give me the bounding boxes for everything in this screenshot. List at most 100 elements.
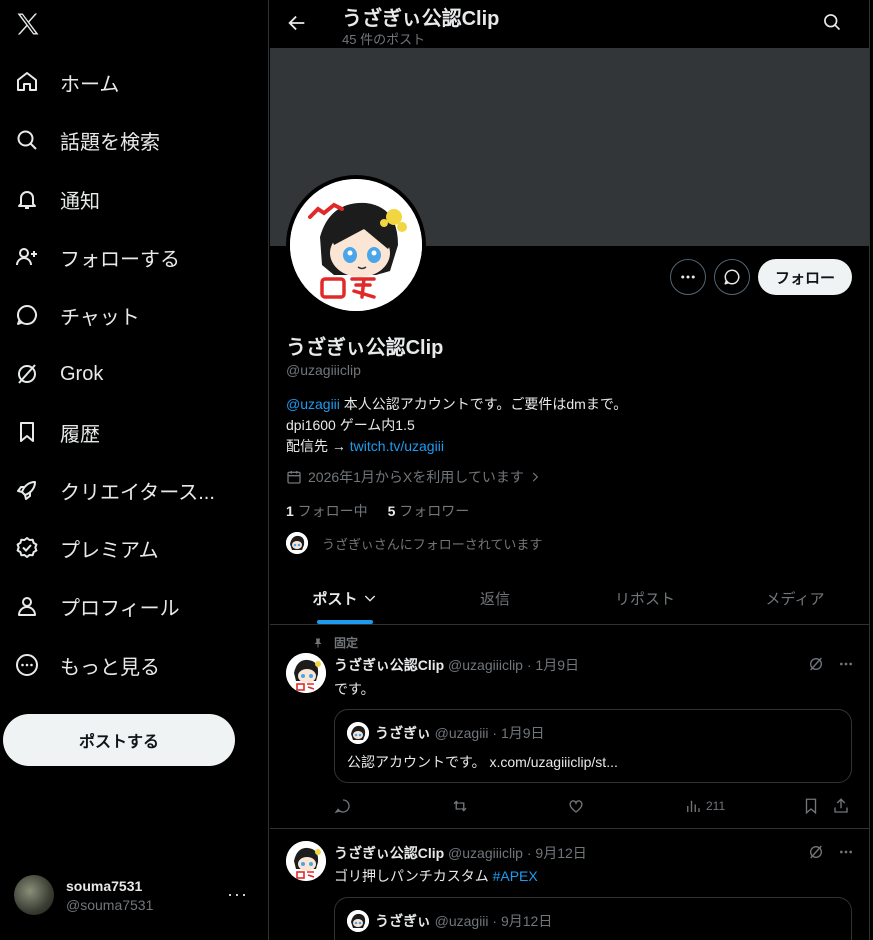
views-icon bbox=[687, 800, 700, 812]
quote-tweet[interactable]: うざぎぃ @uzagiii · 1月9日 公認アカウントです。 x.com/uz… bbox=[334, 709, 852, 783]
follower-avatar bbox=[286, 532, 308, 554]
tab-media[interactable]: メディア bbox=[720, 572, 869, 624]
like-button[interactable] bbox=[567, 797, 585, 815]
tab-reposts[interactable]: リポスト bbox=[570, 572, 720, 624]
more-options-button[interactable] bbox=[670, 259, 706, 295]
profile-bio: @uzagiii 本人公認アカウントです。ご要件はdmまで。 dpi1600 ゲ… bbox=[286, 394, 846, 457]
tweet-pinned[interactable]: 固定 うざぎぃ公認Clip @uzagiiiclip · 1月9日 です。 うざ… bbox=[270, 626, 869, 829]
following-link[interactable]: 1 フォロー中 bbox=[286, 503, 368, 519]
chat-icon bbox=[14, 302, 40, 328]
chevron-down-icon bbox=[364, 595, 375, 602]
tweet-avatar[interactable] bbox=[286, 653, 326, 693]
profile-avatar-image bbox=[290, 179, 422, 311]
calendar-icon bbox=[287, 471, 301, 484]
tweet-author-meta: @uzagiiiclip · 1月9日 bbox=[444, 657, 579, 673]
followers-label: フォロワー bbox=[395, 503, 470, 519]
joined-date[interactable]: 2026年1月からXを利用しています bbox=[286, 467, 548, 487]
profile-avatar[interactable] bbox=[286, 175, 426, 315]
quote-author-name: うざぎぃ bbox=[375, 913, 431, 929]
nav-chat-label: チャット bbox=[60, 306, 140, 329]
tweet-author-name[interactable]: うざぎぃ公認Clip bbox=[334, 845, 444, 861]
followed-by-text: うざぎぃさんにフォローされています bbox=[322, 536, 543, 552]
verified-icon bbox=[14, 535, 40, 561]
account-more-icon[interactable]: ··· bbox=[227, 884, 248, 905]
message-button[interactable] bbox=[714, 259, 750, 295]
quote-tweet[interactable]: うざぎぃ @uzagiii · 9月12日 bbox=[334, 897, 852, 940]
tweet-header: うざぎぃ公認Clip @uzagiiiclip · 9月12日 bbox=[334, 843, 587, 863]
bio-twitch-link[interactable]: twitch.tv/uzagiii bbox=[350, 438, 444, 454]
bookmark-button[interactable] bbox=[802, 797, 820, 815]
account-switcher[interactable]: souma7531 @souma7531 ··· bbox=[14, 872, 254, 918]
tweet-text: です。 bbox=[334, 681, 375, 697]
nav-more[interactable]: もっと見る bbox=[0, 640, 260, 690]
rocket-icon bbox=[14, 477, 40, 503]
account-display-name: souma7531 bbox=[66, 877, 143, 894]
nav-profile[interactable]: プロフィール bbox=[0, 581, 260, 631]
person-icon bbox=[14, 593, 40, 619]
nav-follow[interactable]: フォローする bbox=[0, 232, 260, 282]
nav-premium[interactable]: プレミアム bbox=[0, 523, 260, 573]
nav-bookmarks-label: 履歴 bbox=[60, 423, 100, 446]
profile-name: うざぎぃ公認Clip bbox=[286, 337, 444, 359]
profile-tabs: ポスト 返信 リポスト メディア bbox=[270, 572, 869, 625]
bookmark-icon bbox=[805, 798, 817, 815]
nav-profile-label: プロフィール bbox=[60, 597, 180, 620]
chevron-right-icon bbox=[532, 472, 539, 482]
bio-line-2: dpi1600 ゲーム内1.5 bbox=[286, 417, 415, 433]
sidebar: ホーム 話題を検索 通知 フォローする チャット Grok 履歴 クリエイタース… bbox=[0, 0, 269, 940]
heart-icon bbox=[569, 800, 583, 813]
x-logo-icon[interactable] bbox=[14, 10, 42, 38]
tweet-author-name[interactable]: うざぎぃ公認Clip bbox=[334, 657, 444, 673]
account-avatar bbox=[14, 875, 54, 915]
followers-link[interactable]: 5 フォロワー bbox=[388, 503, 470, 519]
nav-bookmarks[interactable]: 履歴 bbox=[0, 407, 260, 457]
follow-button[interactable]: フォロー bbox=[758, 259, 852, 295]
top-bar: うざぎぃ公認Clip 45 件のポスト bbox=[270, 0, 869, 48]
tweet-avatar[interactable] bbox=[286, 841, 326, 881]
following-count: 1 bbox=[286, 503, 294, 519]
app-root: ホーム 話題を検索 通知 フォローする チャット Grok 履歴 クリエイタース… bbox=[0, 0, 873, 940]
nav-chat[interactable]: チャット bbox=[0, 290, 260, 340]
hashtag-link[interactable]: #APEX bbox=[493, 868, 538, 884]
repost-icon bbox=[453, 800, 467, 812]
grok-icon bbox=[810, 657, 822, 671]
nav-explore[interactable]: 話題を検索 bbox=[0, 115, 260, 165]
tweet-header: うざぎぃ公認Clip @uzagiiiclip · 1月9日 bbox=[334, 655, 579, 675]
views-button[interactable]: 211 bbox=[684, 797, 725, 815]
reply-icon bbox=[334, 799, 350, 814]
grok-icon bbox=[810, 845, 822, 859]
quote-author-meta: @uzagiii · 9月12日 bbox=[430, 913, 553, 929]
follow-stats: 1 フォロー中 5 フォロワー bbox=[286, 501, 469, 521]
nav-home-label: ホーム bbox=[60, 73, 120, 96]
reply-button[interactable] bbox=[334, 797, 352, 815]
tab-posts[interactable]: ポスト bbox=[270, 572, 420, 624]
share-button[interactable] bbox=[832, 797, 850, 815]
followed-by[interactable]: うざぎぃさんにフォローされています bbox=[286, 532, 542, 554]
more-horizontal-icon bbox=[840, 662, 852, 666]
search-icon[interactable] bbox=[822, 12, 844, 34]
grok-icon bbox=[14, 361, 40, 387]
repost-button[interactable] bbox=[451, 797, 469, 815]
profile-column: うざぎぃ公認Clip 45 件のポスト フォロー うざぎぃ公認Clip @uza… bbox=[270, 0, 870, 940]
more-horizontal-icon bbox=[840, 850, 852, 854]
pinned-indicator: 固定 bbox=[312, 634, 358, 651]
nav-grok[interactable]: Grok bbox=[0, 349, 260, 399]
bell-icon bbox=[14, 186, 40, 212]
nav-notifications-label: 通知 bbox=[60, 190, 100, 213]
nav-creator-studio[interactable]: クリエイタース... bbox=[0, 465, 260, 515]
nav-notifications[interactable]: 通知 bbox=[0, 174, 260, 224]
bio-mention-link[interactable]: @uzagiii bbox=[286, 396, 340, 412]
tweet-2[interactable]: うざぎぃ公認Clip @uzagiiiclip · 9月12日 ゴリ押しパンチカ… bbox=[270, 829, 869, 940]
tweet-text: ゴリ押しパンチカスタム #APEX bbox=[334, 866, 538, 886]
quote-author-meta: @uzagiii · 1月9日 bbox=[430, 725, 545, 741]
bookmark-icon bbox=[14, 419, 40, 445]
tab-replies[interactable]: 返信 bbox=[420, 572, 570, 624]
back-arrow-icon[interactable] bbox=[286, 12, 308, 34]
account-names: souma7531 @souma7531 bbox=[66, 878, 153, 913]
nav-home[interactable]: ホーム bbox=[0, 57, 260, 107]
post-button[interactable]: ポストする bbox=[3, 714, 235, 766]
quote-author-name: うざぎぃ bbox=[375, 725, 431, 741]
joined-text: 2026年1月からXを利用しています bbox=[308, 469, 524, 485]
bio-line-3-prefix: 配信先 → bbox=[286, 438, 350, 454]
nav-more-label: もっと見る bbox=[60, 656, 160, 679]
